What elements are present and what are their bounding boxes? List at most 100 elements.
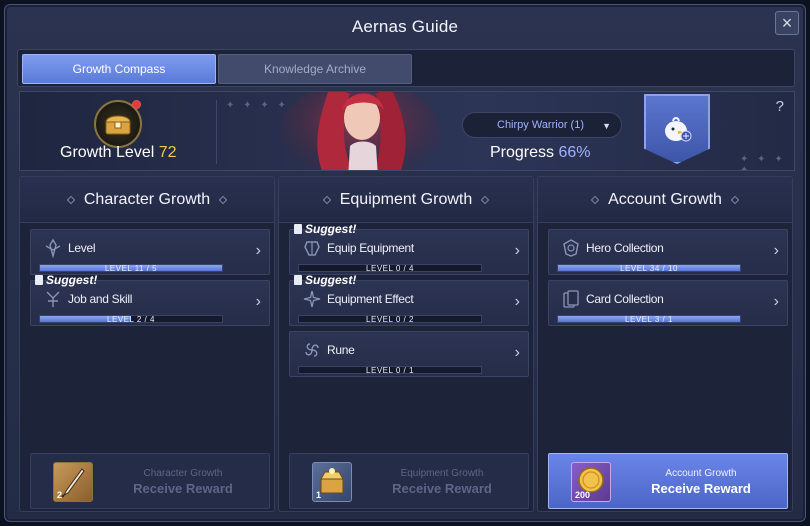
level-progress-bar: LEVEL 0 / 4	[298, 264, 482, 273]
growth-item-level[interactable]: Level › LEVEL 11 / 5	[30, 229, 270, 275]
growth-level-value: 72	[158, 144, 177, 161]
equip-icon	[304, 241, 320, 256]
help-icon[interactable]: ?	[776, 98, 784, 115]
item-label: Level	[68, 241, 96, 255]
chevron-right-icon: ›	[773, 242, 779, 259]
tab-knowledge-archive[interactable]: Knowledge Archive	[218, 54, 412, 84]
chevron-right-icon: ›	[514, 344, 520, 361]
tab-bar: Growth Compass Knowledge Archive	[17, 49, 795, 87]
growth-level: Growth Level 72	[60, 144, 177, 162]
character-select-value: Chirpy Warrior (1)	[497, 119, 584, 131]
chevron-right-icon: ›	[514, 293, 520, 310]
document-icon	[294, 224, 302, 234]
reward-quantity: 2	[57, 490, 63, 500]
panel-title: Account Growth	[608, 190, 722, 208]
character-growth-panel: Character Growth Level › LEVEL 11 / 5 Su…	[19, 176, 275, 512]
reward-action: Receive Reward	[651, 481, 751, 496]
close-icon: ×	[781, 13, 793, 33]
progress: Progress 66%	[490, 144, 591, 162]
document-icon	[294, 275, 302, 285]
growth-banner: ✦ ✦ ✦ ✦ ✦ ✦ ✦ ✦ Growth Level 72 Chirpy W…	[19, 91, 795, 171]
panel-title: Character Growth	[83, 190, 211, 208]
suggest-label: Suggest!	[305, 273, 357, 287]
growth-item-equipment-effect[interactable]: Suggest! Equipment Effect › LEVEL 0 / 2	[289, 273, 529, 326]
item-label: Equipment Effect	[327, 292, 414, 306]
growth-item-card-collection[interactable]: Card Collection › LEVEL 3 / 1	[548, 280, 788, 326]
diamond-icon	[66, 195, 76, 204]
guide-window: Aernas Guide × Growth Compass Knowledge …	[4, 4, 806, 522]
growth-item-hero-collection[interactable]: Hero Collection › LEVEL 34 / 10	[548, 229, 788, 275]
diamond-icon	[590, 195, 600, 204]
diamond-icon	[322, 195, 331, 204]
growth-item-job-and-skill[interactable]: Suggest! Job and Skill › LEVEL 2 / 4	[30, 273, 270, 326]
reward-action: Receive Reward	[392, 481, 492, 496]
reward-title: Account Growth	[665, 468, 737, 479]
progress-value: 66%	[558, 144, 591, 161]
diamond-icon	[218, 195, 228, 204]
level-progress-bar: LEVEL 11 / 5	[39, 264, 223, 273]
item-label: Hero Collection	[586, 241, 664, 255]
job-skill-icon	[46, 291, 60, 307]
level-progress-bar: LEVEL 0 / 1	[298, 366, 482, 375]
panel-header: Character Growth	[20, 177, 274, 223]
account-growth-reward-button[interactable]: 200 Account Growth Receive Reward	[548, 453, 788, 509]
level-icon	[45, 238, 61, 258]
document-icon	[35, 275, 43, 285]
panel-header: Account Growth	[538, 177, 792, 223]
equipment-growth-panel: Equipment Growth Suggest! Equip Equipmen…	[278, 176, 534, 512]
treasure-box-icon: 1	[312, 462, 352, 502]
close-button[interactable]: ×	[775, 11, 799, 35]
chevron-right-icon: ›	[255, 242, 261, 259]
star-decoration: ✦ ✦ ✦ ✦	[740, 154, 786, 171]
level-text: LEVEL 0 / 4	[366, 264, 414, 273]
item-label: Card Collection	[586, 292, 664, 306]
chevron-right-icon: ›	[255, 293, 261, 310]
suggest-label: Suggest!	[305, 222, 357, 236]
chevron-right-icon: ›	[514, 242, 520, 259]
item-label: Job and Skill	[68, 292, 133, 306]
hero-collection-icon	[563, 239, 579, 257]
suggest-label: Suggest!	[46, 273, 98, 287]
character-select[interactable]: Chirpy Warrior (1) ▼	[462, 112, 622, 138]
notification-dot	[132, 100, 141, 109]
chevron-down-icon: ▼	[602, 121, 611, 131]
level-text: LEVEL 0 / 1	[366, 366, 414, 375]
quill-icon: 2	[53, 462, 93, 502]
diamond-icon	[481, 195, 490, 204]
item-label: Rune	[327, 343, 355, 357]
reward-title: Equipment Growth	[400, 468, 484, 479]
effect-icon	[303, 290, 321, 308]
level-text: LEVEL 0 / 2	[366, 315, 414, 324]
hero-illustration	[280, 92, 440, 170]
suggest-tag: Suggest!	[294, 273, 356, 287]
character-growth-reward-button[interactable]: 2 Character Growth Receive Reward	[30, 453, 270, 509]
growth-item-rune[interactable]: Rune › LEVEL 0 / 1	[289, 331, 529, 377]
chick-mascot-badge-icon	[644, 94, 710, 164]
reward-action: Receive Reward	[133, 481, 233, 496]
tab-growth-compass[interactable]: Growth Compass	[22, 54, 216, 84]
gold-coin-icon: 200	[571, 462, 611, 502]
equipment-growth-reward-button[interactable]: 1 Equipment Growth Receive Reward	[289, 453, 529, 509]
suggest-tag: Suggest!	[35, 273, 97, 287]
level-text: LEVEL 3 / 1	[625, 315, 673, 324]
reward-quantity: 200	[575, 490, 591, 500]
suggest-tag: Suggest!	[294, 222, 356, 236]
reward-quantity: 1	[316, 490, 322, 500]
level-text: LEVEL 2 / 4	[107, 315, 155, 324]
level-progress-bar: LEVEL 0 / 2	[298, 315, 482, 324]
chevron-right-icon: ›	[773, 293, 779, 310]
divider	[216, 100, 217, 164]
diamond-icon	[730, 195, 740, 204]
level-progress-bar: LEVEL 2 / 4	[39, 315, 223, 324]
card-collection-icon	[563, 290, 579, 308]
level-progress-bar: LEVEL 34 / 10	[557, 264, 741, 273]
rune-icon	[305, 343, 319, 357]
level-text: LEVEL 34 / 10	[620, 264, 678, 273]
panel-title: Equipment Growth	[339, 190, 473, 208]
growth-item-equip-equipment[interactable]: Suggest! Equip Equipment › LEVEL 0 / 4	[289, 222, 529, 275]
account-growth-panel: Account Growth Hero Collection › LEVEL 3…	[537, 176, 793, 512]
reward-title: Character Growth	[143, 468, 223, 479]
window-title: Aernas Guide	[351, 17, 459, 36]
panel-header: Equipment Growth	[279, 177, 533, 223]
level-progress-bar: LEVEL 3 / 1	[557, 315, 741, 324]
